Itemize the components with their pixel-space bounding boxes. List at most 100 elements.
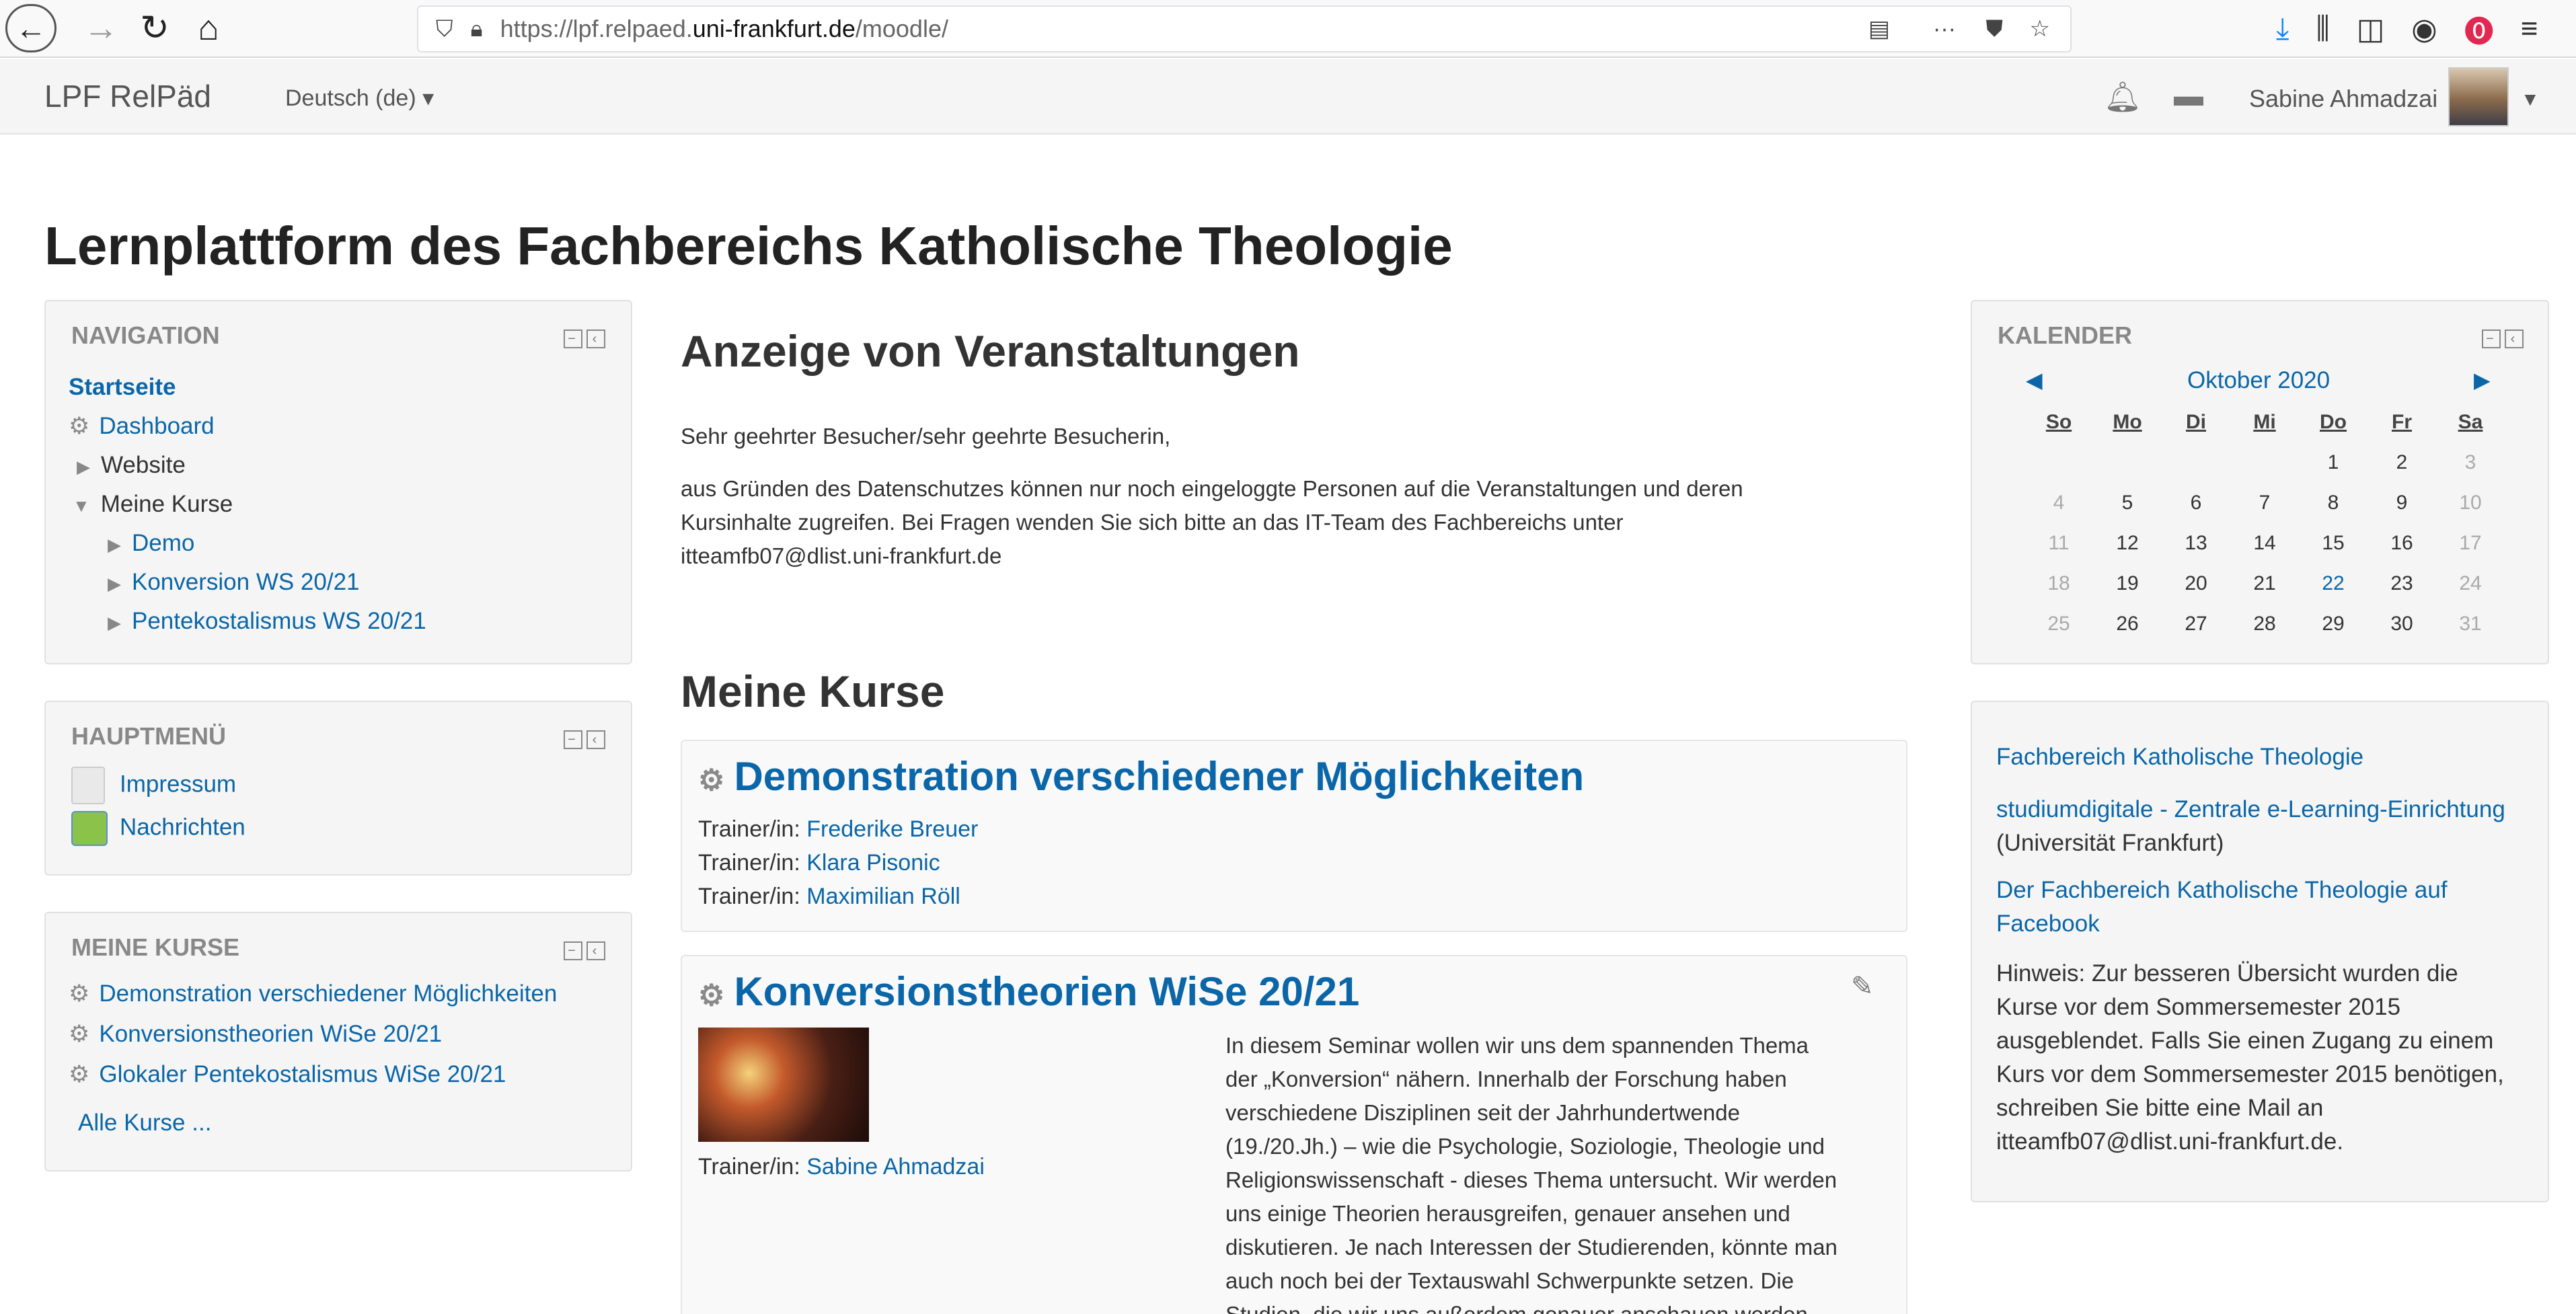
course-icon: ⚙︎: [698, 979, 725, 1012]
calendar-day[interactable]: 31: [2436, 613, 2505, 635]
calendar-day[interactable]: 30: [2367, 613, 2436, 635]
sidebar-icon[interactable]: ◫: [2357, 12, 2385, 46]
nav-website[interactable]: ▶ Website: [77, 452, 186, 479]
pocket-icon[interactable]: ⛊: [1986, 16, 2004, 42]
messages-icon[interactable]: ▬: [2174, 79, 2203, 113]
link-fachbereich[interactable]: Fachbereich Katholische Theologie: [1996, 740, 2363, 775]
site-navbar: LPF RelPäd Deutsch (de) ▾ 🔔︎ ▬ Sabine Ah…: [0, 59, 2576, 134]
calendar-day[interactable]: 5: [2093, 492, 2162, 514]
link-facebook-line1[interactable]: Der Fachbereich Katholische Theologie au…: [1996, 873, 2448, 908]
calendar-day[interactable]: 26: [2093, 613, 2162, 635]
calendar-day[interactable]: 1: [2299, 451, 2367, 474]
calendar-day[interactable]: 19: [2093, 572, 2162, 595]
prev-month-icon[interactable]: ◀: [2026, 367, 2043, 393]
course-link-konversion[interactable]: ⚙︎ Konversionstheorien WiSe 20/21: [69, 1021, 442, 1048]
calendar-day[interactable]: 24: [2436, 572, 2505, 595]
edit-settings-icon[interactable]: ✎: [1851, 971, 1874, 1002]
course-title[interactable]: ⚙︎ Konversionstheorien WiSe 20/21: [698, 968, 1359, 1015]
calendar-day[interactable]: 8: [2299, 492, 2367, 514]
course-link-pentekostalismus[interactable]: ⚙︎ Glokaler Pentekostalismus WiSe 20/21: [69, 1061, 506, 1088]
trainer-link[interactable]: Klara Pisonic: [806, 850, 940, 876]
calendar-day[interactable]: 11: [2024, 532, 2093, 555]
nav-meine-kurse[interactable]: ▼ Meine Kurse: [73, 491, 233, 518]
library-icon[interactable]: ⫼: [2316, 12, 2329, 46]
calendar-day[interactable]: 12: [2093, 532, 2162, 555]
back-icon[interactable]: ←: [5, 4, 56, 52]
forward-icon[interactable]: →: [81, 4, 121, 52]
events-email: itteamfb07@dlist.uni-frankfurt.de: [681, 543, 1002, 568]
calendar-day[interactable]: 10: [2436, 492, 2505, 514]
calendar-day[interactable]: 16: [2367, 532, 2436, 555]
calendar-day[interactable]: 3: [2436, 451, 2505, 474]
shield-icon[interactable]: ⛉: [436, 16, 453, 42]
all-courses-link[interactable]: Alle Kurse ...: [78, 1110, 211, 1136]
course-icon: ⚙︎: [69, 980, 90, 1007]
calendar-day[interactable]: 2: [2367, 451, 2436, 474]
nav-startseite[interactable]: Startseite: [69, 374, 176, 401]
course-trainer: Trainer/in: Maximilian Röll: [698, 884, 960, 909]
block-title: KALENDER: [1998, 321, 2133, 349]
calendar-day[interactable]: 14: [2230, 532, 2299, 555]
lock-icon[interactable]: 🔒︎: [471, 16, 483, 42]
trainer-link[interactable]: Sabine Ahmadzai: [806, 1154, 985, 1180]
next-month-icon[interactable]: ▶: [2474, 367, 2491, 393]
block-controls[interactable]: − ‹: [560, 939, 605, 960]
calendar-day[interactable]: 13: [2162, 532, 2230, 555]
reader-icon[interactable]: ▤: [1868, 15, 1890, 42]
trainer-link[interactable]: Maximilian Röll: [806, 884, 960, 909]
calendar-day[interactable]: 18: [2024, 572, 2093, 595]
calendar-week: 1 2 3: [2024, 442, 2509, 483]
nav-course-demo[interactable]: ▶ Demo: [108, 530, 194, 557]
calendar-day[interactable]: 7: [2230, 492, 2299, 514]
calendar-grid: So Mo Di Mi Do Fr Sa 1 2 3 4 5 6 7 8 9 1…: [2024, 402, 2509, 644]
calendar-day[interactable]: 25: [2024, 613, 2093, 635]
menu-item-nachrichten[interactable]: Nachrichten: [71, 811, 245, 846]
url-text[interactable]: https://lpf.relpaed.uni-frankfurt.de/moo…: [500, 15, 948, 43]
nav-dashboard[interactable]: ⚙︎ Dashboard: [69, 413, 215, 440]
menu-icon[interactable]: ≡: [2521, 12, 2538, 46]
link-facebook-line2[interactable]: Facebook: [1996, 906, 2100, 941]
course-link-demonstration[interactable]: ⚙︎ Demonstration verschiedener Möglichkei…: [69, 980, 557, 1007]
site-brand[interactable]: LPF RelPäd: [44, 78, 211, 114]
calendar-day[interactable]: 9: [2367, 492, 2436, 514]
language-menu[interactable]: Deutsch (de) ▾: [285, 85, 434, 112]
calendar-day[interactable]: 21: [2230, 572, 2299, 595]
bookmark-star-icon[interactable]: ☆: [2030, 15, 2050, 42]
url-bar[interactable]: ⛉ 🔒︎ https://lpf.relpaed.uni-frankfurt.d…: [417, 5, 2072, 52]
block-title: NAVIGATION: [71, 321, 220, 349]
events-text-line: aus Gründen des Datenschutzes können nur…: [681, 476, 1743, 501]
course-title[interactable]: ⚙︎ Demonstration verschiedener Möglichkei…: [698, 753, 1584, 800]
user-name[interactable]: Sabine Ahmadzai: [2249, 85, 2437, 113]
calendar-day[interactable]: 4: [2024, 492, 2093, 514]
more-icon[interactable]: ···: [1933, 16, 1956, 42]
extension-icon[interactable]: ⓿: [2464, 7, 2494, 50]
nav-course-konversion[interactable]: ▶ Konversion WS 20/21: [108, 569, 360, 596]
calendar-day[interactable]: 23: [2367, 572, 2436, 595]
menu-item-impressum[interactable]: Impressum: [71, 767, 236, 804]
calendar-day[interactable]: 28: [2230, 613, 2299, 635]
calendar-day[interactable]: 20: [2162, 572, 2230, 595]
block-controls[interactable]: − ‹: [560, 728, 605, 749]
calendar-day[interactable]: 15: [2299, 532, 2367, 555]
user-menu-caret-icon[interactable]: ▼: [2521, 89, 2540, 110]
block-controls[interactable]: − ‹: [560, 327, 605, 348]
my-courses-heading: Meine Kurse: [681, 666, 945, 716]
calendar-day[interactable]: 29: [2299, 613, 2367, 635]
trainer-link[interactable]: Frederike Breuer: [806, 816, 978, 842]
calendar-day[interactable]: 6: [2162, 492, 2230, 514]
calendar-month[interactable]: Oktober 2020: [2187, 367, 2330, 394]
home-icon[interactable]: ⌂: [188, 4, 229, 52]
reload-icon[interactable]: ↻: [135, 4, 175, 52]
block-controls[interactable]: − ‹: [2478, 327, 2524, 348]
download-icon[interactable]: ⤓: [2276, 12, 2289, 46]
calendar-day[interactable]: 27: [2162, 613, 2230, 635]
avatar[interactable]: [2448, 67, 2509, 126]
collapsed-arrow-icon: ▶: [77, 457, 90, 477]
calendar-day[interactable]: 17: [2436, 532, 2505, 555]
link-studiumdigitale[interactable]: studiumdigitale - Zentrale e-Learning-Ei…: [1996, 792, 2505, 827]
account-icon[interactable]: ◉: [2411, 12, 2437, 46]
calendar-day-today[interactable]: 22: [2299, 572, 2367, 595]
nav-course-pentekostalismus[interactable]: ▶ Pentekostalismus WS 20/21: [108, 608, 426, 635]
notifications-icon[interactable]: 🔔︎: [2104, 79, 2142, 114]
calendar-week: 18 19 20 21 22 23 24: [2024, 564, 2509, 604]
